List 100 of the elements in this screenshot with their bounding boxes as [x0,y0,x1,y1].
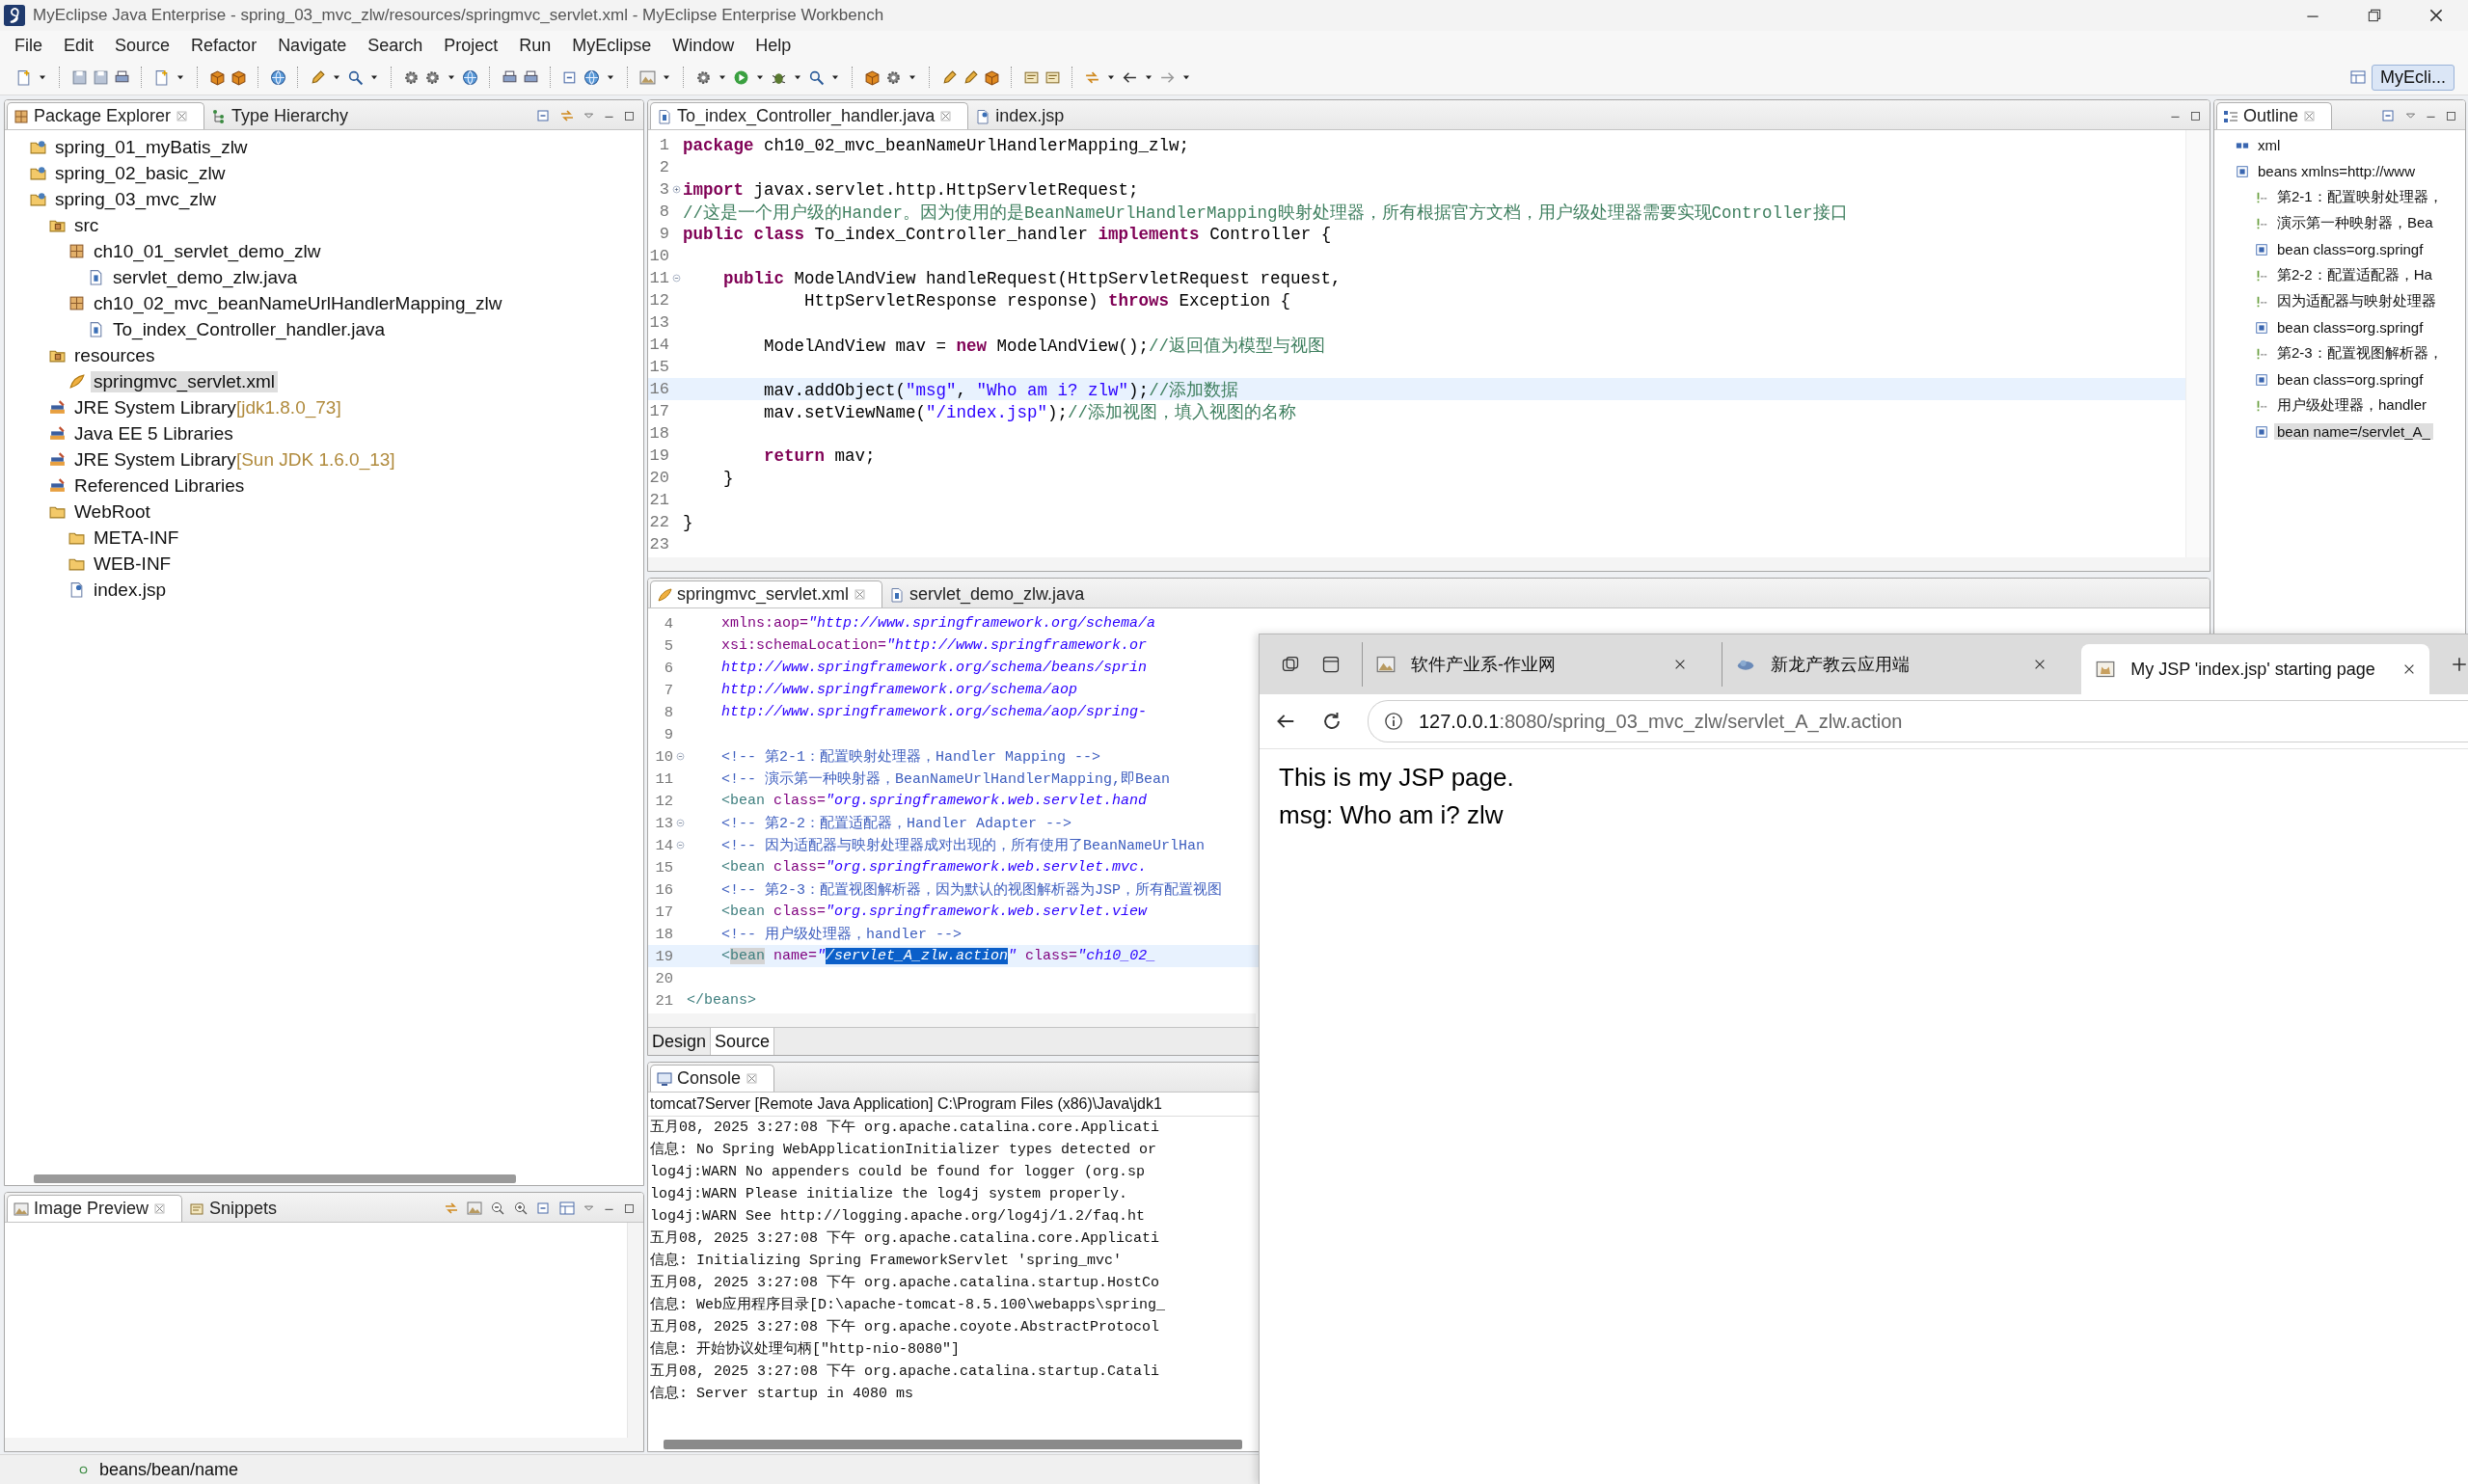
menu-item[interactable]: Source [104,33,181,58]
tree-item[interactable]: index.jsp [91,579,169,601]
cube-icon[interactable] [231,68,247,86]
tree-item[interactable]: src [71,214,102,236]
menu-item[interactable]: Navigate [267,33,358,58]
menu-item[interactable]: Help [745,33,802,58]
menu-item[interactable]: Window [662,33,746,58]
collapse-all-icon[interactable] [536,108,552,123]
tree-item[interactable]: ch10_02_mvc_beanNameUrlHandlerMapping_zlw [91,292,505,314]
menu-item[interactable]: Edit [53,33,105,58]
address-field[interactable]: 127.0.0.1:8080/spring_03_mvc_zlw/servlet_A_zlw.action [1368,700,2468,742]
tree-item[interactable]: spring_01_myBatis_zlw [52,136,251,158]
collapse-all-icon[interactable] [536,1201,552,1216]
outline-item[interactable]: 第2-2：配置适配器，Ha [2274,266,2435,284]
close-icon[interactable] [2427,7,2445,24]
outline-item[interactable]: 第2-1：配置映射处理器， [2274,188,2446,206]
cube-icon[interactable] [864,68,881,86]
gear-icon[interactable] [424,68,441,86]
outline-item[interactable]: bean name=/servlet_A_ [2274,423,2433,440]
editor-tab[interactable]: To_index_Controller_handler.java [650,102,969,129]
browser-tab[interactable]: 软件产业系-作业网 [1362,642,1701,687]
outline-item[interactable]: beans xmlns=http://www [2255,163,2418,179]
cube-icon[interactable] [984,68,1000,86]
outline-item[interactable]: 用户级处理器，handler [2274,396,2430,415]
mode-tab[interactable]: Source [711,1028,775,1055]
tree-item[interactable]: META-INF [91,526,182,549]
pencil-icon[interactable] [963,68,979,86]
gear-icon[interactable] [885,68,902,86]
scrollbar[interactable] [2185,130,2210,557]
search-icon[interactable] [347,68,364,86]
panel-tab[interactable]: Snippets [182,1195,294,1222]
tree-item[interactable]: ch10_01_servlet_demo_zlw [91,240,324,262]
menu-item[interactable]: Refactor [180,33,268,58]
tree-item[interactable]: WebRoot [71,500,153,523]
tree-item[interactable]: spring_02_basic_zlw [52,162,229,184]
scrollbar[interactable] [627,1223,643,1438]
perspective-button[interactable]: MyEcli... [2372,64,2454,91]
panel-tab[interactable]: Image Preview [7,1195,183,1222]
outline-item[interactable]: bean class=org.springf [2274,241,2427,257]
save-icon[interactable] [93,68,109,86]
perspective-icon[interactable] [2350,69,2366,85]
tree-item[interactable]: springmvc_servlet.xml [91,370,278,392]
maximize-icon[interactable] [623,1201,636,1215]
menu-item[interactable]: File [4,33,53,58]
tree-item[interactable]: JRE System Library[Sun JDK 1.6.0_13] [71,448,398,471]
outline-item[interactable]: 演示第一种映射器，Bea [2274,214,2436,232]
close-icon[interactable] [2402,662,2416,676]
editor-tab[interactable]: springmvc_servlet.xml [650,580,883,607]
globe-icon[interactable] [583,68,600,86]
menu-item[interactable]: Project [433,33,509,58]
globe-icon[interactable] [270,68,286,86]
cube-icon[interactable] [209,68,226,86]
restore-icon[interactable] [2366,7,2383,24]
link-icon[interactable] [559,108,575,123]
save-icon[interactable] [71,68,88,86]
browser-tab[interactable]: My JSP 'index.jsp' starting page [2081,644,2429,694]
maximize-icon[interactable] [623,109,636,122]
link-icon[interactable] [444,1201,459,1216]
pencil-icon[interactable] [310,68,326,86]
new-file-icon[interactable] [15,68,32,86]
outline-item[interactable]: bean class=org.springf [2274,371,2427,388]
menu-item[interactable]: MyEclipse [561,33,663,58]
zoom-in-icon[interactable] [513,1201,529,1216]
outline-item[interactable]: 因为适配器与映射处理器 [2274,292,2439,310]
tree-item[interactable]: To_index_Controller_handler.java [110,318,389,340]
tree-item[interactable]: Referenced Libraries [71,474,248,497]
run-icon[interactable] [733,68,749,86]
collapse-all-icon[interactable] [2381,108,2397,123]
tree-item[interactable]: servlet_demo_zlw.java [110,266,301,288]
outline-item[interactable]: 第2-3：配置视图解析器， [2274,344,2446,363]
globe-icon[interactable] [462,68,478,86]
new-file-icon[interactable] [153,68,170,86]
maximize-icon[interactable] [2189,109,2202,122]
workspaces-icon[interactable] [1281,655,1300,674]
tree-item[interactable]: resources [71,344,158,366]
reload-icon[interactable] [1321,711,1342,732]
tab-list-icon[interactable] [1321,655,1341,674]
maximize-icon[interactable] [2445,109,2457,122]
panel-tab[interactable]: Outline [2216,102,2333,129]
scrollbar[interactable] [648,1013,1256,1027]
perspective-icon[interactable] [559,1201,575,1216]
zoom-out-icon[interactable] [490,1201,505,1216]
panel-tab[interactable]: Package Explorer [7,102,205,129]
search-icon[interactable] [808,68,825,86]
new-tab-icon[interactable] [2451,656,2468,673]
tree-item[interactable]: spring_03_mvc_zlw [52,188,219,210]
menu-item[interactable]: Run [508,33,562,58]
editor-tab[interactable]: index.jsp [968,102,1081,129]
gear-icon[interactable] [695,68,712,86]
scrollbar[interactable] [5,1438,643,1451]
tree-item[interactable]: Java EE 5 Libraries [71,422,236,445]
outline-item[interactable]: bean class=org.springf [2274,319,2427,336]
menu-item[interactable]: Search [357,33,434,58]
pencil-icon[interactable] [941,68,958,86]
editor-tab[interactable]: servlet_demo_zlw.java [882,580,1101,607]
browser-tab[interactable]: 新龙产教云应用端 [1722,642,2061,687]
panel-tab[interactable]: Type Hierarchy [204,102,366,129]
tree-item[interactable]: JRE System Library[jdk1.8.0_73] [71,396,344,418]
panel-tab[interactable]: Console [650,1065,775,1092]
scrollbar[interactable] [648,557,2210,571]
